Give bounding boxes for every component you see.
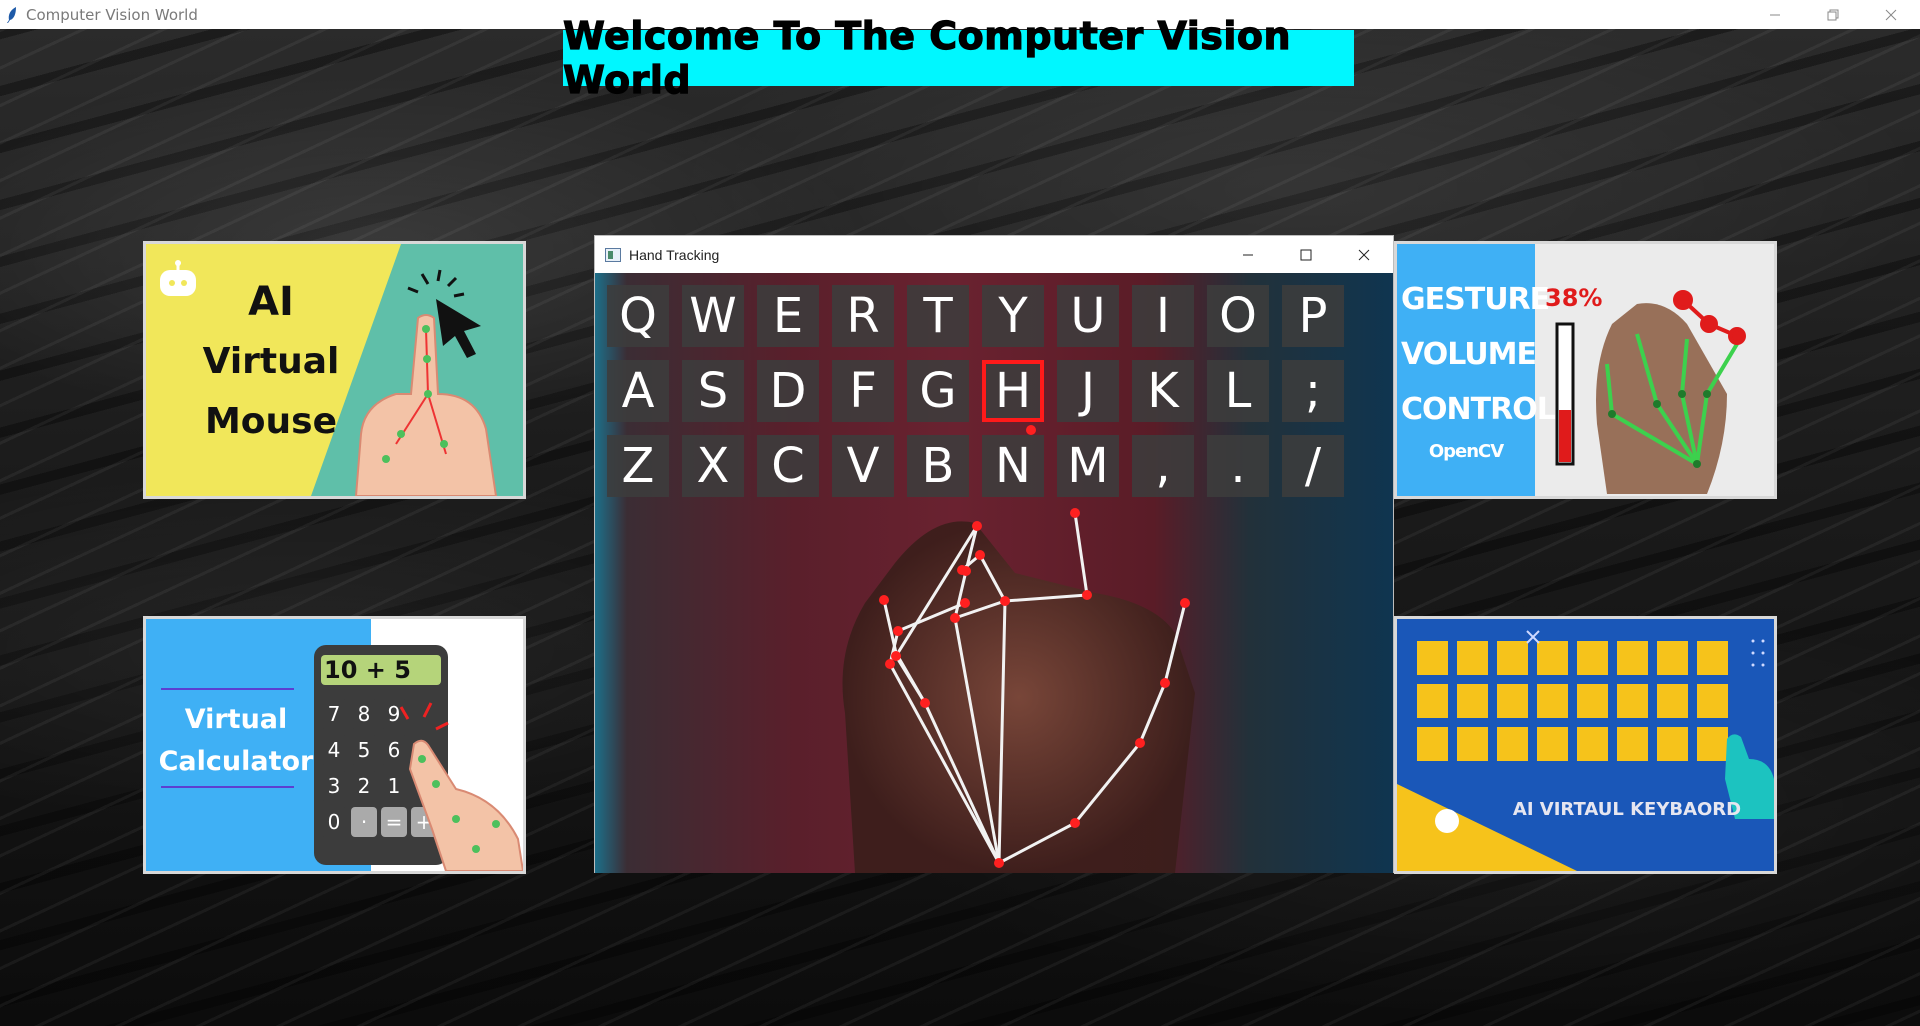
welcome-banner: Welcome To The Computer Vision World [562,13,1354,103]
key-1-8[interactable]: L [1207,360,1269,422]
app-title: Computer Vision World [26,5,198,24]
feather-icon [6,6,20,24]
minimize-icon [1243,254,1253,255]
keyboard-card-key [1417,641,1448,675]
key-0-2[interactable]: E [757,285,819,347]
hand-tracking-minimize-button[interactable] [1219,236,1277,273]
ai-virtual-keyboard-card[interactable]: AI VIRTAUL KEYBAORD [1394,616,1777,874]
restore-button[interactable] [1804,0,1862,29]
key-0-5[interactable]: Y [982,285,1044,347]
hand-tracking-close-button[interactable] [1335,236,1393,273]
keyboard-card-key [1457,641,1488,675]
volume-card-line3: CONTROL [1401,392,1556,427]
key-0-6[interactable]: U [1057,285,1119,347]
key-1-1[interactable]: S [682,360,744,422]
keyboard-card-key [1497,641,1528,675]
keyboard-card-key [1657,641,1688,675]
key-2-9[interactable]: / [1282,435,1344,497]
keyboard-card-key [1417,684,1448,718]
keyboard-card-key [1657,684,1688,718]
key-0-9[interactable]: P [1282,285,1344,347]
key-1-5[interactable]: H [982,360,1044,422]
key-0-0[interactable]: Q [607,285,669,347]
window-app-icon [605,247,621,262]
camera-view: Q W E R T Y U I O P A S D F G H J K L; Z X C V B N M,. / [595,273,1393,873]
keyboard-card-key [1657,727,1688,761]
key-1-9[interactable]: ; [1282,360,1344,422]
key-2-0[interactable]: Z [607,435,669,497]
volume-percent: 38% [1545,284,1603,312]
restore-icon [1827,9,1839,20]
close-icon [1358,249,1370,260]
key-2-5[interactable]: N [982,435,1044,497]
keyboard-card-key [1697,727,1728,761]
key-0-7[interactable]: I [1132,285,1194,347]
maximize-icon [1300,249,1312,260]
keyboard-card-key [1537,727,1568,761]
keyboard-card-key [1617,727,1648,761]
virtual-keyboard-illustration [1397,630,1774,871]
key-0-1[interactable]: W [682,285,744,347]
welcome-banner-text: Welcome To The Computer Vision World [562,13,1292,102]
keyboard-card-key [1577,727,1608,761]
keyboard-card-key [1577,684,1608,718]
key-2-4[interactable]: B [907,435,969,497]
key-2-3[interactable]: V [832,435,894,497]
hand-tracking-titlebar: Hand Tracking [595,236,1393,273]
mouse-card-line3: Mouse [204,401,338,442]
keyboard-card-key [1697,641,1728,675]
key-0-8[interactable]: O [1207,285,1269,347]
keyboard-card-key [1497,727,1528,761]
key-1-2[interactable]: D [757,360,819,422]
keyboard-card-caption: AI VIRTAUL KEYBAORD [1512,799,1742,820]
virtual-calculator-card[interactable]: Virtual Calculator 10 + 5 7 8 9 4 5 6 3 2 1 0 · = + [143,616,526,874]
hand-tracking-window: Hand Tracking Q W E R T Y U I O P A S D … [594,235,1394,873]
volume-card-line2: VOLUME [1401,337,1537,372]
key-1-6[interactable]: J [1057,360,1119,422]
keyboard-card-key [1537,684,1568,718]
keyboard-card-key [1577,641,1608,675]
volume-card-line4: OpenCV [1428,441,1504,462]
mouse-card-line1: AI [248,279,294,325]
gesture-volume-control-card[interactable]: GESTURE VOLUME CONTROL OpenCV 38% [1394,241,1777,499]
ai-virtual-mouse-card[interactable]: AI Virtual Mouse [143,241,526,499]
key-1-4[interactable]: G [907,360,969,422]
keyboard-card-key [1617,641,1648,675]
hand-tracking-title: Hand Tracking [629,246,720,263]
volume-card-line1: GESTURE [1401,282,1550,317]
keyboard-card-key [1497,684,1528,718]
key-0-3[interactable]: R [832,285,894,347]
close-icon [1885,9,1897,20]
key-1-0[interactable]: A [607,360,669,422]
key-0-4[interactable]: T [907,285,969,347]
keyboard-card-key [1537,641,1568,675]
key-1-3[interactable]: F [832,360,894,422]
finger-illustration [399,702,523,871]
hand-tracking-maximize-button[interactable] [1277,236,1335,273]
key-1-7[interactable]: K [1132,360,1194,422]
minimize-button[interactable] [1746,0,1804,29]
minimize-icon [1770,14,1780,15]
keyboard-card-key [1697,684,1728,718]
key-2-6[interactable]: M [1057,435,1119,497]
key-2-8[interactable]: . [1207,435,1269,497]
close-button[interactable] [1862,0,1920,29]
mouse-card-line2: Virtual [202,341,340,382]
key-2-1[interactable]: X [682,435,744,497]
keyboard-card-key [1417,727,1448,761]
keyboard-card-key [1457,727,1488,761]
keyboard-card-key [1617,684,1648,718]
key-2-2[interactable]: C [757,435,819,497]
key-2-7[interactable]: , [1132,435,1194,497]
keyboard-card-key [1457,684,1488,718]
